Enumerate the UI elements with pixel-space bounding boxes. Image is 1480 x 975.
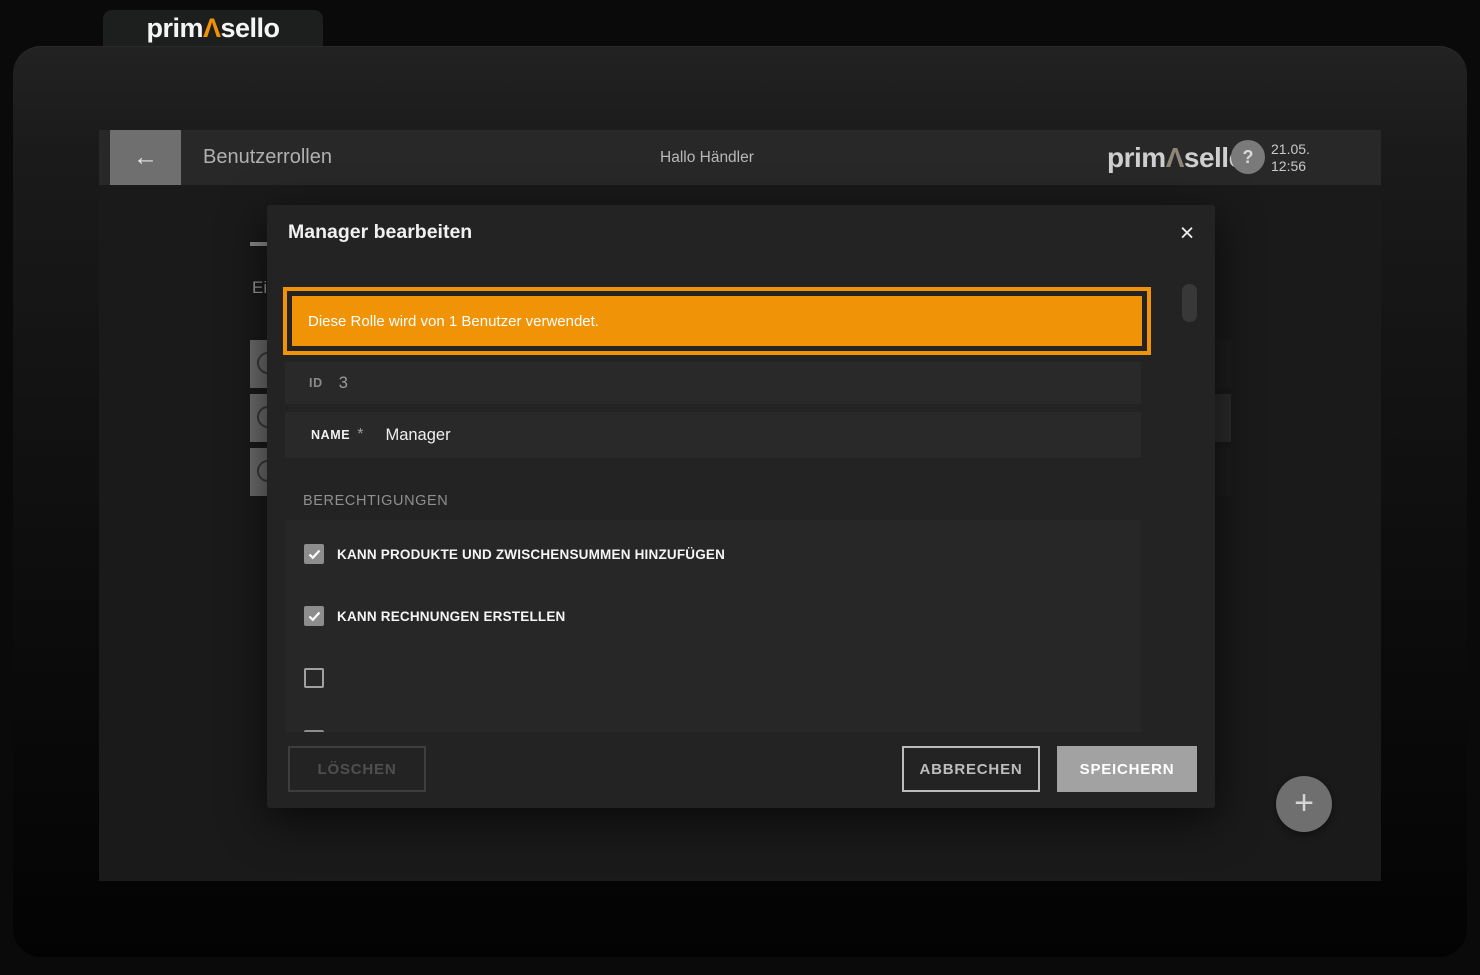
permission-label: KANN PRODUKTE UND ZWISCHENSUMMEN HINZUFÜ… [337, 547, 725, 562]
check-icon [308, 611, 321, 622]
role-row-icon-fragment [250, 448, 267, 496]
header-brand-caret-icon: Λ [1166, 142, 1184, 174]
save-button[interactable]: SPEICHERN [1057, 746, 1197, 792]
scrollbar-thumb[interactable] [1182, 284, 1197, 322]
app-header: ← Benutzerrollen Hallo Händler primΛsell… [99, 130, 1381, 185]
header-brand-logo: primΛsello [1107, 130, 1245, 185]
modal-title: Manager bearbeiten [288, 221, 472, 244]
role-row-icon-fragment [250, 340, 267, 388]
close-button[interactable]: × [1169, 215, 1205, 251]
check-icon [308, 549, 321, 560]
checkbox[interactable] [304, 606, 324, 626]
id-field: ID 3 [285, 362, 1141, 404]
circle-icon [257, 460, 267, 482]
edit-role-modal: Manager bearbeiten × Diese Rolle wird vo… [267, 205, 1215, 808]
permissions-section-label: BERECHTIGUNGEN [303, 493, 448, 509]
checkbox[interactable] [304, 668, 324, 688]
checkbox[interactable] [304, 730, 324, 732]
name-label: NAME [311, 428, 350, 442]
required-mark: * [357, 426, 363, 444]
brand-logo-post: sello [221, 13, 280, 43]
permissions-panel: KANN PRODUKTE UND ZWISCHENSUMMEN HINZUFÜ… [285, 520, 1141, 732]
name-field[interactable]: NAME * Manager [285, 412, 1141, 458]
permission-row[interactable]: KANN RECHNUNGEN ERSTELLEN [285, 594, 1141, 638]
cancel-button[interactable]: ABBRECHEN [902, 746, 1040, 792]
circle-icon [257, 352, 267, 374]
circle-icon [257, 406, 267, 428]
plus-icon: + [1294, 786, 1314, 820]
brand-logo: primΛsello [146, 13, 279, 44]
brand-caret-icon: Λ [203, 13, 221, 43]
permission-label: KANN RECHNUNGEN ERSTELLEN [337, 609, 566, 624]
datetime-display: 21.05. 12:56 [1271, 130, 1310, 185]
close-icon: × [1180, 219, 1195, 248]
help-button[interactable]: ? [1231, 140, 1265, 174]
permission-row[interactable] [285, 656, 1141, 700]
permission-row[interactable]: KANN PRODUKTE UND ZWISCHENSUMMEN HINZUFÜ… [285, 532, 1141, 576]
id-label: ID [309, 376, 323, 390]
back-button[interactable]: ← [110, 130, 181, 185]
role-usage-alert: Diese Rolle wird von 1 Benutzer verwende… [283, 287, 1151, 355]
alert-text: Diese Rolle wird von 1 Benutzer verwende… [292, 313, 599, 330]
checkbox[interactable] [304, 544, 324, 564]
header-brand-pre: prim [1107, 142, 1166, 174]
brand-tab: primΛsello [103, 10, 323, 47]
screen: primΛsello ← Benutzerrollen Hallo Händle… [0, 0, 1480, 975]
role-row-icon-fragment [250, 394, 267, 442]
page-title: Benutzerrollen [203, 130, 332, 185]
alert-body: Diese Rolle wird von 1 Benutzer verwende… [292, 296, 1142, 346]
role-row-fragment [1215, 340, 1231, 388]
greeting-text: Hallo Händler [660, 130, 754, 185]
time-text: 12:56 [1271, 158, 1310, 174]
date-text: 21.05. [1271, 141, 1310, 157]
clipped-description-text: Ei [252, 278, 267, 298]
delete-button[interactable]: LÖSCHEN [288, 746, 426, 792]
role-row-fragment [1215, 448, 1231, 496]
permission-row-partial[interactable] [285, 718, 1141, 732]
brand-logo-pre: prim [146, 13, 203, 43]
name-value: Manager [385, 426, 450, 445]
role-row-fragment-selected [1215, 394, 1231, 442]
add-role-button[interactable]: + [1276, 776, 1332, 832]
back-arrow-icon: ← [133, 143, 158, 172]
id-value: 3 [339, 374, 348, 393]
question-icon: ? [1243, 147, 1254, 168]
